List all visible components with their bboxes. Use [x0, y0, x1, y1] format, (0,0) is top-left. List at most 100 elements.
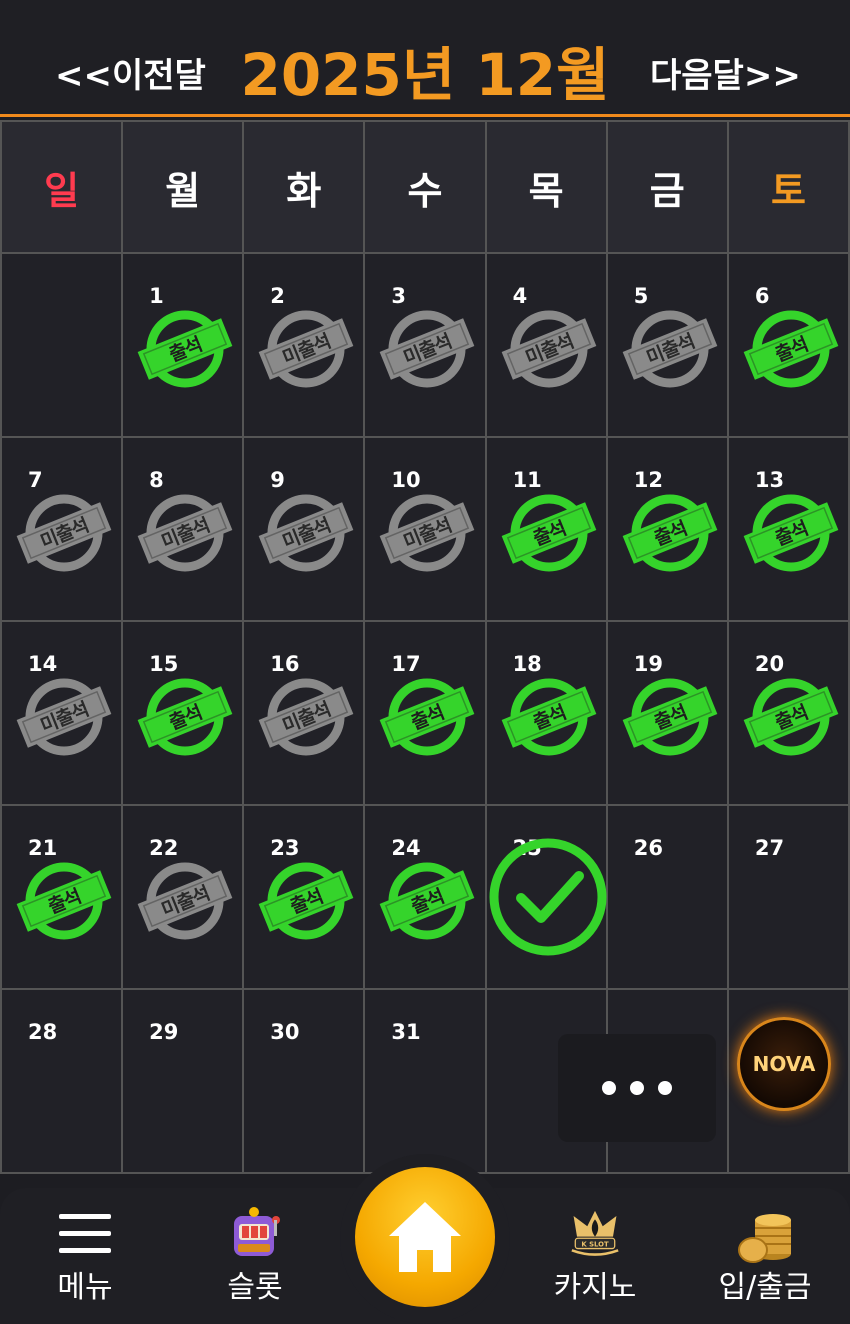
attended-stamp: 출석	[379, 677, 475, 757]
absent-stamp: 미출석	[137, 861, 233, 941]
attended-stamp: 출석	[501, 493, 597, 573]
casino-badge-text: K SLOT	[581, 1240, 609, 1248]
calendar-day-cell[interactable]: 28	[2, 990, 124, 1174]
day-number: 15	[149, 652, 179, 676]
home-icon	[389, 1202, 461, 1272]
day-number: 22	[149, 836, 179, 860]
absent-stamp: 미출석	[379, 493, 475, 573]
day-number: 2	[270, 284, 285, 308]
day-number: 12	[633, 468, 663, 492]
attended-stamp: 출석	[743, 309, 839, 389]
nav-deposit-withdraw[interactable]: 입/출금	[690, 1198, 840, 1318]
ellipsis-icon	[602, 1081, 616, 1095]
calendar-day-cell[interactable]: 18 출석	[486, 622, 608, 806]
attended-stamp: 출석	[16, 861, 112, 941]
day-number: 13	[754, 468, 785, 492]
calendar-day-cell[interactable]: 27	[728, 806, 850, 990]
calendar-day-cell[interactable]: 12 출석	[607, 438, 729, 622]
calendar-day-cell[interactable]: 23 출석	[244, 806, 366, 990]
calendar-day-cell[interactable]: 16 미출석	[244, 622, 366, 806]
attended-stamp: 출석	[743, 493, 839, 573]
calendar-day-cell[interactable]: 1 출석	[123, 254, 245, 438]
day-number: 3	[391, 284, 407, 308]
calendar-day-cell[interactable]: 15 출석	[123, 622, 245, 806]
absent-stamp: 미출석	[137, 493, 233, 573]
calendar-day-cell[interactable]: 11 출석	[486, 438, 608, 622]
day-number: 27	[754, 836, 785, 860]
calendar-day-cell[interactable]: 19 출석	[607, 622, 729, 806]
nav-casino-label: 카지노	[553, 1270, 637, 1305]
nav-slot[interactable]: 슬롯	[180, 1198, 330, 1318]
calendar-day-cell[interactable]: 2 미출석	[244, 254, 366, 438]
day-number: 17	[391, 652, 421, 676]
absent-stamp: 미출석	[379, 309, 475, 389]
attended-stamp: 출석	[137, 309, 233, 389]
weekday-sat: 토	[728, 122, 850, 254]
calendar-day-cell[interactable]: 13 출석	[728, 438, 850, 622]
day-number: 10	[391, 468, 421, 492]
day-number: 9	[270, 468, 285, 492]
calendar-day-cell[interactable]: 9 미출석	[244, 438, 366, 622]
day-number: 8	[149, 468, 164, 492]
day-number: 28	[28, 1020, 58, 1044]
slot-machine-icon	[225, 1204, 285, 1264]
prev-month-button[interactable]: <<이전달	[55, 48, 206, 97]
absent-stamp: 미출석	[258, 493, 354, 573]
calendar-day-cell[interactable]: 30	[244, 990, 366, 1174]
absent-stamp: 미출석	[16, 677, 112, 757]
day-number: 6	[754, 284, 770, 308]
day-number: 30	[270, 1020, 300, 1044]
nova-logo-button[interactable]: NOVA	[737, 1017, 831, 1111]
day-number: 14	[28, 652, 58, 676]
weekday-sun: 일	[2, 122, 124, 254]
calendar-day-cell[interactable]: 5 미출석	[607, 254, 729, 438]
calendar-day-cell[interactable]: 31	[365, 990, 487, 1174]
nav-casino[interactable]: K SLOT 카지노	[520, 1198, 670, 1318]
absent-stamp: 미출석	[501, 309, 597, 389]
calendar-day-cell[interactable]: 22 미출석	[123, 806, 245, 990]
casino-crown-icon: K SLOT	[565, 1204, 625, 1264]
next-month-button[interactable]: 다음달>>	[650, 48, 801, 97]
attendance-calendar: 일 월 화 수 목 금 토 1 출석 2 미출석 3 미출석 4 미출석 5 미출석 6 출석 7 미출석…	[0, 120, 850, 1174]
calendar-day-cell[interactable]: 4 미출석	[486, 254, 608, 438]
calendar-header: <<이전달 2025년 12월 다음달>>	[0, 0, 850, 117]
day-number: 5	[633, 284, 649, 308]
calendar-day-cell[interactable]: 10 미출석	[365, 438, 487, 622]
calendar-day-cell[interactable]: 8 미출석	[123, 438, 245, 622]
nav-slot-label: 슬롯	[227, 1270, 283, 1305]
calendar-day-cell	[2, 254, 124, 438]
nav-deposit-label: 입/출금	[718, 1270, 812, 1305]
coins-icon	[735, 1204, 795, 1264]
calendar-day-cell[interactable]: 7 미출석	[2, 438, 124, 622]
day-number: 20	[754, 652, 785, 676]
absent-stamp: 미출석	[258, 677, 354, 757]
calendar-day-cell[interactable]: 26	[607, 806, 729, 990]
home-button[interactable]	[355, 1167, 495, 1307]
more-options-button[interactable]	[558, 1034, 716, 1142]
calendar-day-cell[interactable]: 3 미출석	[365, 254, 487, 438]
attended-stamp: 출석	[258, 861, 354, 941]
day-number: 7	[28, 468, 43, 492]
nova-logo-text: NOVA	[752, 1052, 816, 1076]
weekday-fri: 금	[607, 122, 729, 254]
calendar-day-cell[interactable]: 14 미출석	[2, 622, 124, 806]
day-number: 21	[28, 836, 58, 860]
calendar-day-cell[interactable]: 25	[486, 806, 608, 990]
attended-stamp: 출석	[622, 677, 718, 757]
attended-stamp: 출석	[137, 677, 233, 757]
day-number: 24	[391, 836, 421, 860]
calendar-day-cell[interactable]: 6 출석	[728, 254, 850, 438]
calendar-day-cell[interactable]: 21 출석	[2, 806, 124, 990]
absent-stamp: 미출석	[622, 309, 718, 389]
day-number: 19	[633, 652, 663, 676]
nav-menu[interactable]: 메뉴	[10, 1198, 160, 1318]
calendar-day-cell[interactable]: 29	[123, 990, 245, 1174]
calendar-day-cell[interactable]: 24 출석	[365, 806, 487, 990]
hamburger-icon	[55, 1204, 115, 1264]
calendar-day-cell[interactable]: 20 출석	[728, 622, 850, 806]
nav-menu-label: 메뉴	[57, 1270, 113, 1305]
day-number: 16	[270, 652, 300, 676]
absent-stamp: 미출석	[16, 493, 112, 573]
weekday-wed: 수	[365, 122, 487, 254]
calendar-day-cell[interactable]: 17 출석	[365, 622, 487, 806]
